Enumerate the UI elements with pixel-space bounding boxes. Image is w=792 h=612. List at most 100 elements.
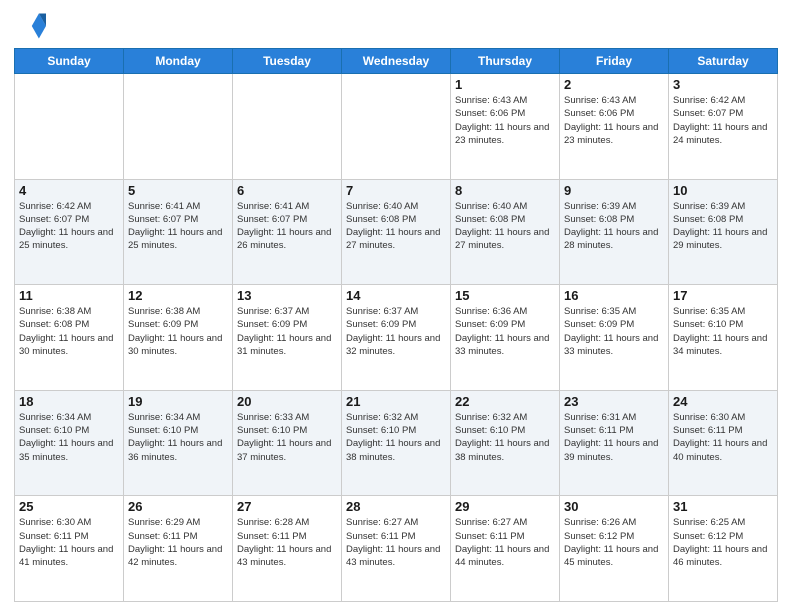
calendar-table: SundayMondayTuesdayWednesdayThursdayFrid…	[14, 48, 778, 602]
day-number: 11	[19, 288, 119, 303]
week-row-2: 4 Sunrise: 6:42 AM Sunset: 6:07 PM Daylig…	[15, 179, 778, 285]
day-info: Sunrise: 6:36 AM Sunset: 6:09 PM Dayligh…	[455, 305, 555, 358]
day-info: Sunrise: 6:39 AM Sunset: 6:08 PM Dayligh…	[564, 200, 664, 253]
calendar-cell: 30 Sunrise: 6:26 AM Sunset: 6:12 PM Dayli…	[560, 496, 669, 602]
day-number: 9	[564, 183, 664, 198]
day-info: Sunrise: 6:26 AM Sunset: 6:12 PM Dayligh…	[564, 516, 664, 569]
week-row-5: 25 Sunrise: 6:30 AM Sunset: 6:11 PM Dayli…	[15, 496, 778, 602]
calendar-cell: 28 Sunrise: 6:27 AM Sunset: 6:11 PM Dayli…	[342, 496, 451, 602]
weekday-sunday: Sunday	[15, 49, 124, 74]
day-number: 20	[237, 394, 337, 409]
day-number: 24	[673, 394, 773, 409]
day-number: 27	[237, 499, 337, 514]
calendar-cell: 12 Sunrise: 6:38 AM Sunset: 6:09 PM Dayli…	[124, 285, 233, 391]
calendar-cell: 31 Sunrise: 6:25 AM Sunset: 6:12 PM Dayli…	[669, 496, 778, 602]
day-info: Sunrise: 6:38 AM Sunset: 6:08 PM Dayligh…	[19, 305, 119, 358]
day-info: Sunrise: 6:42 AM Sunset: 6:07 PM Dayligh…	[19, 200, 119, 253]
day-info: Sunrise: 6:39 AM Sunset: 6:08 PM Dayligh…	[673, 200, 773, 253]
calendar-cell: 19Sunrise: 6:34 AM Sunset: 6:10 PM Dayli…	[124, 390, 233, 496]
day-info: Sunrise: 6:29 AM Sunset: 6:11 PM Dayligh…	[128, 516, 228, 569]
calendar-cell: 17Sunrise: 6:35 AM Sunset: 6:10 PM Dayli…	[669, 285, 778, 391]
day-info: Sunrise: 6:40 AM Sunset: 6:08 PM Dayligh…	[455, 200, 555, 253]
calendar-cell	[15, 74, 124, 180]
calendar-cell: 11 Sunrise: 6:38 AM Sunset: 6:08 PM Dayli…	[15, 285, 124, 391]
day-number: 7	[346, 183, 446, 198]
day-number: 8	[455, 183, 555, 198]
day-info: Sunrise: 6:42 AM Sunset: 6:07 PM Dayligh…	[673, 94, 773, 147]
logo-icon	[14, 10, 46, 42]
calendar-cell: 4 Sunrise: 6:42 AM Sunset: 6:07 PM Daylig…	[15, 179, 124, 285]
calendar-cell: 25 Sunrise: 6:30 AM Sunset: 6:11 PM Dayli…	[15, 496, 124, 602]
day-info: Sunrise: 6:32 AM Sunset: 6:10 PM Dayligh…	[346, 411, 446, 464]
weekday-thursday: Thursday	[451, 49, 560, 74]
day-info: Sunrise: 6:43 AM Sunset: 6:06 PM Dayligh…	[455, 94, 555, 147]
day-info: Sunrise: 6:31 AM Sunset: 6:11 PM Dayligh…	[564, 411, 664, 464]
day-number: 12	[128, 288, 228, 303]
day-number: 28	[346, 499, 446, 514]
day-info: Sunrise: 6:33 AM Sunset: 6:10 PM Dayligh…	[237, 411, 337, 464]
calendar-cell: 7 Sunrise: 6:40 AM Sunset: 6:08 PM Daylig…	[342, 179, 451, 285]
day-info: Sunrise: 6:37 AM Sunset: 6:09 PM Dayligh…	[346, 305, 446, 358]
day-info: Sunrise: 6:34 AM Sunset: 6:10 PM Dayligh…	[19, 411, 119, 464]
day-number: 3	[673, 77, 773, 92]
day-number: 29	[455, 499, 555, 514]
calendar-cell: 3 Sunrise: 6:42 AM Sunset: 6:07 PM Daylig…	[669, 74, 778, 180]
calendar-cell: 24 Sunrise: 6:30 AM Sunset: 6:11 PM Dayli…	[669, 390, 778, 496]
week-row-4: 18 Sunrise: 6:34 AM Sunset: 6:10 PM Dayli…	[15, 390, 778, 496]
day-number: 2	[564, 77, 664, 92]
day-info: Sunrise: 6:43 AM Sunset: 6:06 PM Dayligh…	[564, 94, 664, 147]
weekday-header-row: SundayMondayTuesdayWednesdayThursdayFrid…	[15, 49, 778, 74]
calendar-cell: 6 Sunrise: 6:41 AM Sunset: 6:07 PM Daylig…	[233, 179, 342, 285]
calendar-cell: 21 Sunrise: 6:32 AM Sunset: 6:10 PM Dayli…	[342, 390, 451, 496]
day-number: 14	[346, 288, 446, 303]
calendar-cell: 18 Sunrise: 6:34 AM Sunset: 6:10 PM Dayli…	[15, 390, 124, 496]
day-number: 10	[673, 183, 773, 198]
day-number: 18	[19, 394, 119, 409]
week-row-3: 11 Sunrise: 6:38 AM Sunset: 6:08 PM Dayli…	[15, 285, 778, 391]
day-number: 16	[564, 288, 664, 303]
calendar-cell: 10 Sunrise: 6:39 AM Sunset: 6:08 PM Dayli…	[669, 179, 778, 285]
day-info: Sunrise: 6:27 AM Sunset: 6:11 PM Dayligh…	[346, 516, 446, 569]
day-info: Sunrise: 6:32 AM Sunset: 6:10 PM Dayligh…	[455, 411, 555, 464]
day-number: 15	[455, 288, 555, 303]
day-info: Sunrise: 6:30 AM Sunset: 6:11 PM Dayligh…	[19, 516, 119, 569]
calendar-cell: 29 Sunrise: 6:27 AM Sunset: 6:11 PM Dayli…	[451, 496, 560, 602]
day-info: Sunrise: 6:41 AM Sunset: 6:07 PM Dayligh…	[128, 200, 228, 253]
calendar-cell: 2 Sunrise: 6:43 AM Sunset: 6:06 PM Daylig…	[560, 74, 669, 180]
day-number: 30	[564, 499, 664, 514]
day-info: Sunrise: 6:28 AM Sunset: 6:11 PM Dayligh…	[237, 516, 337, 569]
weekday-monday: Monday	[124, 49, 233, 74]
day-info: Sunrise: 6:38 AM Sunset: 6:09 PM Dayligh…	[128, 305, 228, 358]
calendar-cell: 27 Sunrise: 6:28 AM Sunset: 6:11 PM Dayli…	[233, 496, 342, 602]
calendar-cell: 14 Sunrise: 6:37 AM Sunset: 6:09 PM Dayli…	[342, 285, 451, 391]
day-info: Sunrise: 6:35 AM Sunset: 6:10 PM Dayligh…	[673, 305, 773, 358]
calendar-cell	[342, 74, 451, 180]
day-info: Sunrise: 6:35 AM Sunset: 6:09 PM Dayligh…	[564, 305, 664, 358]
day-info: Sunrise: 6:41 AM Sunset: 6:07 PM Dayligh…	[237, 200, 337, 253]
calendar-cell	[124, 74, 233, 180]
page: SundayMondayTuesdayWednesdayThursdayFrid…	[0, 0, 792, 612]
day-info: Sunrise: 6:30 AM Sunset: 6:11 PM Dayligh…	[673, 411, 773, 464]
logo-area	[14, 10, 50, 42]
header	[14, 10, 778, 42]
calendar-cell: 16 Sunrise: 6:35 AM Sunset: 6:09 PM Dayli…	[560, 285, 669, 391]
day-number: 6	[237, 183, 337, 198]
day-number: 31	[673, 499, 773, 514]
day-info: Sunrise: 6:40 AM Sunset: 6:08 PM Dayligh…	[346, 200, 446, 253]
week-row-1: 1 Sunrise: 6:43 AM Sunset: 6:06 PM Daylig…	[15, 74, 778, 180]
calendar-cell: 15 Sunrise: 6:36 AM Sunset: 6:09 PM Dayli…	[451, 285, 560, 391]
day-info: Sunrise: 6:34 AM Sunset: 6:10 PM Dayligh…	[128, 411, 228, 464]
weekday-tuesday: Tuesday	[233, 49, 342, 74]
calendar-cell: 8 Sunrise: 6:40 AM Sunset: 6:08 PM Daylig…	[451, 179, 560, 285]
day-number: 1	[455, 77, 555, 92]
day-number: 26	[128, 499, 228, 514]
calendar-cell: 9 Sunrise: 6:39 AM Sunset: 6:08 PM Daylig…	[560, 179, 669, 285]
day-number: 4	[19, 183, 119, 198]
day-info: Sunrise: 6:27 AM Sunset: 6:11 PM Dayligh…	[455, 516, 555, 569]
day-number: 13	[237, 288, 337, 303]
weekday-wednesday: Wednesday	[342, 49, 451, 74]
day-number: 21	[346, 394, 446, 409]
day-number: 25	[19, 499, 119, 514]
calendar-cell	[233, 74, 342, 180]
day-info: Sunrise: 6:25 AM Sunset: 6:12 PM Dayligh…	[673, 516, 773, 569]
